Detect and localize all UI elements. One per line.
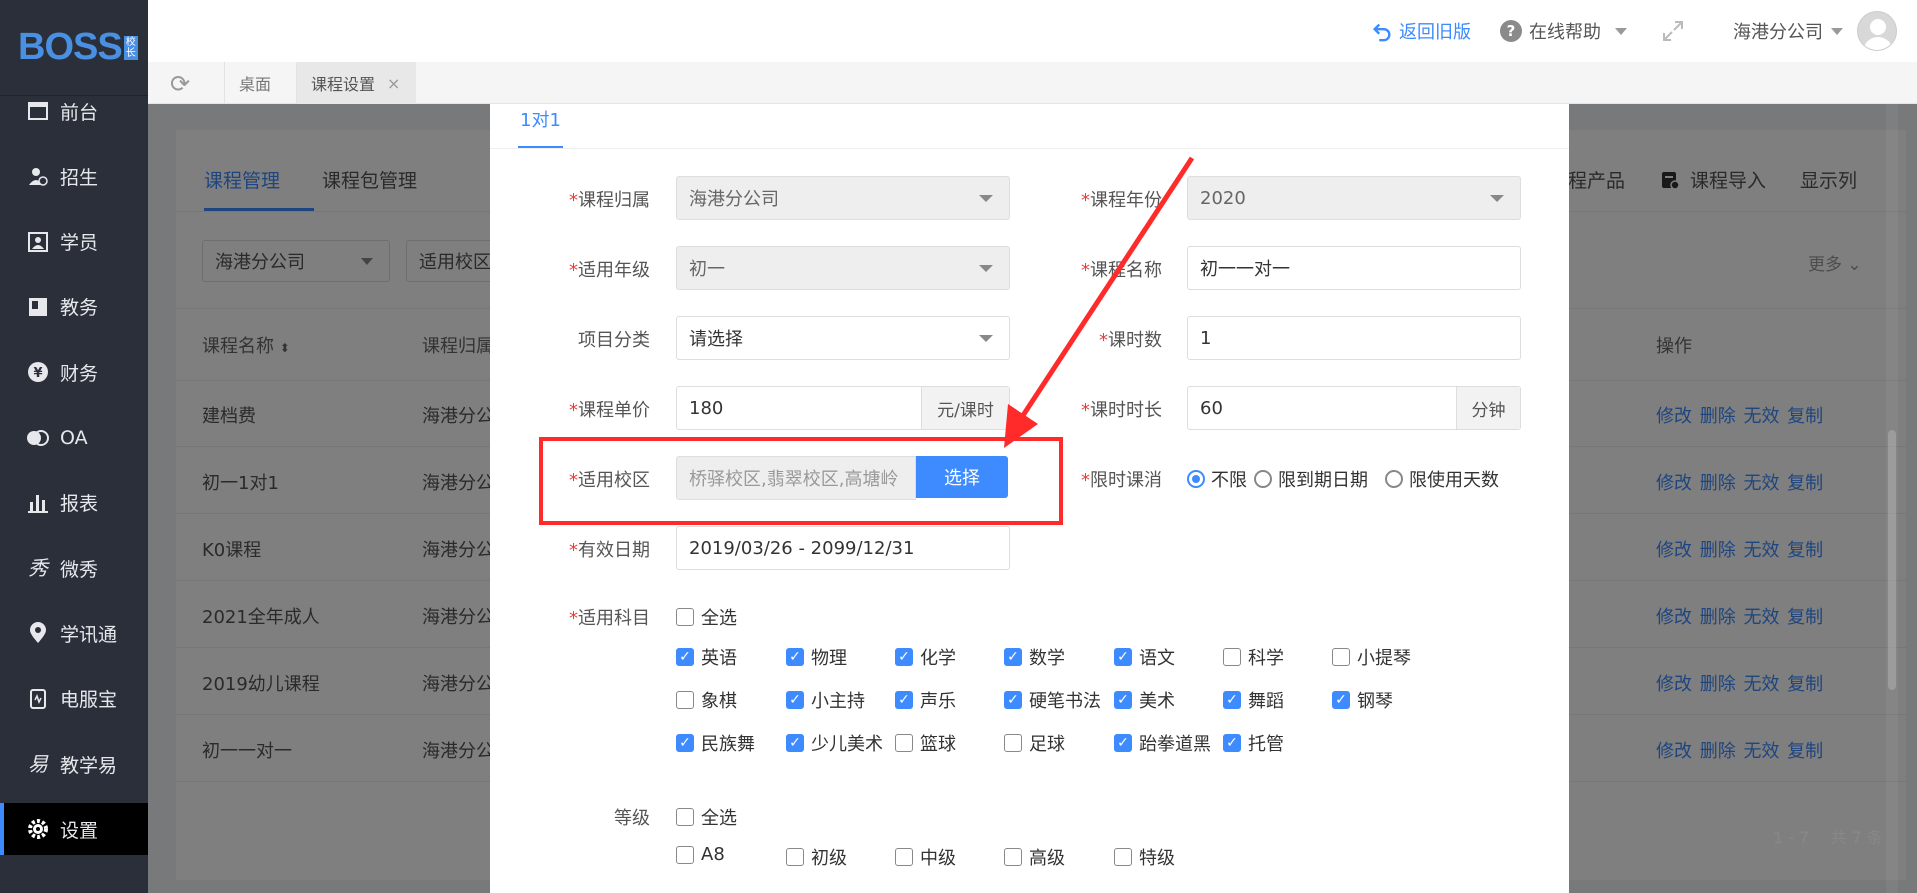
annotation-arrow [1004, 156, 1195, 448]
